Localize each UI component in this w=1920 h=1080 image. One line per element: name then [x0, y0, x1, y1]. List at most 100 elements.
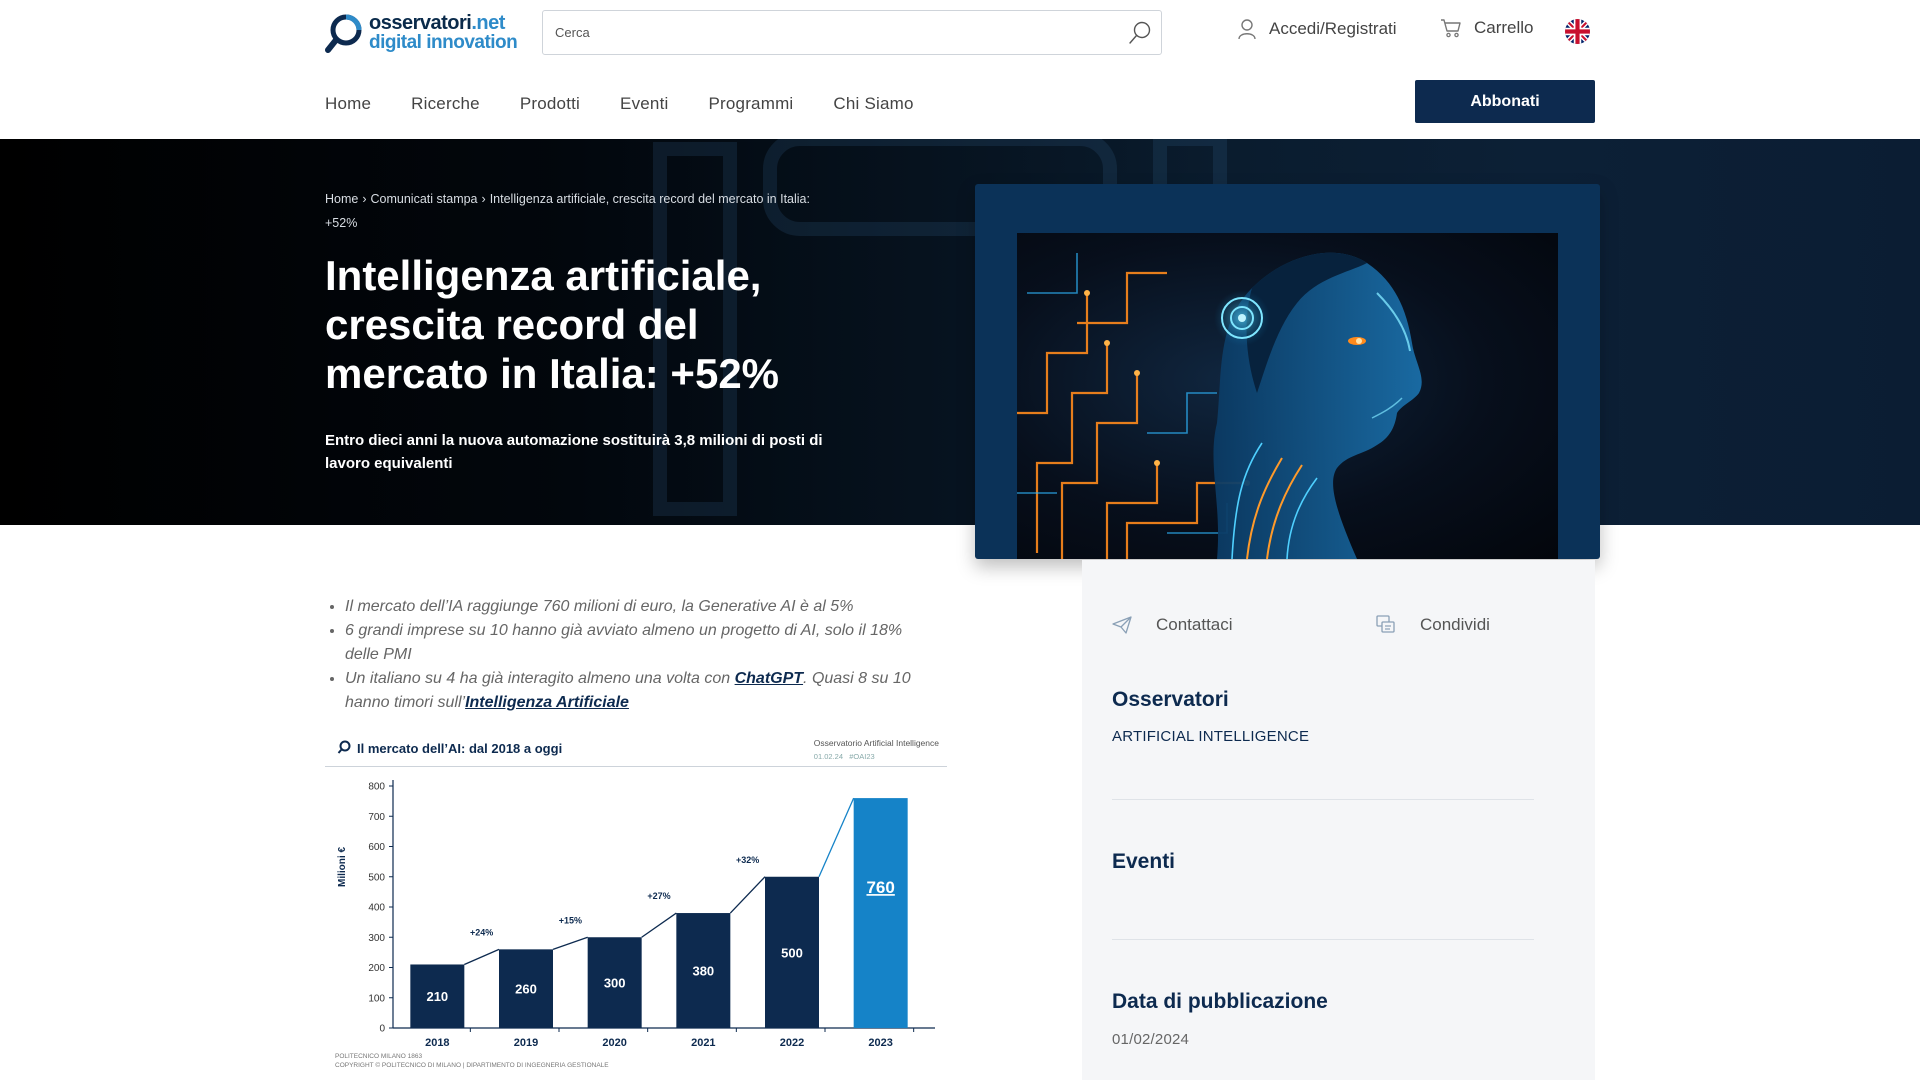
chart-brand: Osservatorio Artificial Intelligence 01.…	[814, 736, 939, 764]
bar-chart: Milioni € 0 100 200 300 400 500 600 700 800 210 201…	[337, 780, 935, 1049]
key-point-text: Il mercato dell’IA raggiunge 760 milioni…	[345, 598, 854, 615]
key-point-text: Un italiano su 4 ha già interagito almen…	[345, 670, 735, 687]
cart-link[interactable]: Carrello	[1440, 18, 1534, 38]
nav-item-prodotti[interactable]: Prodotti	[520, 94, 580, 114]
growth-connector	[641, 912, 677, 938]
x-tick-label: 2023	[868, 1037, 892, 1049]
chart-title: Il mercato dell’AI: dal 2018 a oggi	[357, 741, 563, 756]
chart-footer-institution: POLITECNICO MILANO 1863	[335, 1053, 423, 1060]
list-item: Il mercato dell’IA raggiunge 760 milioni…	[345, 595, 935, 619]
nav-item-ricerche[interactable]: Ricerche	[411, 94, 480, 114]
search-box	[542, 10, 1162, 55]
observatories-heading: Osservatori	[1112, 688, 1229, 711]
contact-button[interactable]: Contattaci	[1112, 615, 1233, 635]
hero-image-card	[975, 184, 1600, 559]
cart-icon	[1441, 19, 1461, 38]
bar-value-label: 500	[781, 945, 803, 960]
breadcrumb-press-releases[interactable]: Comunicati stampa	[371, 192, 478, 206]
growth-label: +27%	[647, 891, 670, 901]
chart-divider	[325, 766, 947, 767]
nav-item-eventi[interactable]: Eventi	[620, 94, 668, 114]
y-tick-label: 400	[368, 903, 385, 914]
growth-label: +32%	[736, 855, 759, 865]
logo-text-suffix: .net	[471, 12, 505, 34]
uk-flag-icon[interactable]	[1565, 19, 1590, 44]
sidebar: Contattaci Condividi Osservatori ARTIFIC…	[1082, 560, 1595, 1080]
growth-connector	[818, 797, 855, 878]
growth-connector	[552, 936, 588, 950]
y-tick-label: 300	[368, 933, 385, 944]
ai-robot-image	[1017, 233, 1558, 559]
share-icon	[1376, 615, 1395, 633]
nav-item-home[interactable]: Home	[325, 94, 371, 114]
growth-label: +15%	[559, 915, 582, 925]
contact-label: Contattaci	[1156, 615, 1233, 634]
page: osservatori.net digital innovation Acced…	[0, 0, 1920, 1080]
breadcrumb-separator: ›	[481, 192, 486, 206]
login-link[interactable]: Accedi/Registrati	[1237, 18, 1397, 40]
logo-tagline: digital innovation	[369, 32, 518, 53]
x-tick-label: 2020	[602, 1037, 626, 1049]
publication-date-heading: Data di pubblicazione	[1112, 990, 1328, 1013]
divider	[1112, 939, 1534, 940]
magnifier-icon	[337, 740, 351, 754]
bar	[853, 798, 908, 1028]
growth-label: +24%	[470, 927, 493, 937]
bar-value-label: 760	[866, 878, 894, 897]
search-icon[interactable]	[1125, 19, 1153, 47]
bar-value-label: 380	[692, 964, 714, 979]
breadcrumb: Home › Comunicati stampa › Intelligenza arti…	[325, 187, 845, 235]
y-axis-label: Milioni €	[337, 847, 348, 887]
site-header: osservatori.net digital innovation Acced…	[0, 0, 1920, 139]
search-input[interactable]	[555, 25, 1115, 40]
logo[interactable]: osservatori.net digital innovation	[325, 12, 518, 54]
growth-connector	[729, 876, 766, 914]
y-tick-label: 700	[368, 812, 385, 823]
key-point-text: 6 grandi imprese su 10 hanno già avviato…	[345, 622, 903, 663]
page-title: Intelligenza artificiale, crescita recor…	[325, 252, 780, 397]
observatory-tag[interactable]: ARTIFICIAL INTELLIGENCE	[1112, 728, 1309, 745]
divider	[1112, 799, 1534, 800]
nav-item-programmi[interactable]: Programmi	[708, 94, 793, 114]
x-tick-label: 2018	[425, 1037, 449, 1049]
x-tick-label: 2021	[691, 1037, 715, 1049]
user-icon	[1238, 19, 1256, 40]
chatgpt-link[interactable]: ChatGPT	[735, 670, 803, 687]
growth-connector	[464, 948, 500, 966]
page-subtitle: Entro dieci anni la nuova automazione so…	[325, 432, 823, 472]
paper-plane-icon	[1112, 616, 1132, 634]
chart-brand-date: 01.02.24	[813, 752, 843, 761]
publication-date: 01/02/2024	[1112, 1031, 1190, 1048]
chart-footer: POLITECNICO MILANO 1863 COPYRIGHT © POLI…	[335, 1052, 609, 1070]
market-chart: Il mercato dell’AI: dal 2018 a oggi Osse…	[325, 732, 947, 1080]
bar-value-label: 260	[515, 982, 537, 997]
breadcrumb-home[interactable]: Home	[325, 192, 358, 206]
y-tick-label: 200	[368, 963, 385, 974]
magnifier-logo-icon	[325, 13, 363, 53]
logo-text-primary: osservatori	[369, 12, 472, 34]
bar-value-label: 300	[604, 976, 626, 991]
chart-footer-copyright: COPYRIGHT © POLITECNICO DI MILANO | DIPA…	[335, 1062, 609, 1069]
y-tick-label: 100	[368, 993, 385, 1004]
artificial-intelligence-link[interactable]: Intelligenza Artificiale	[465, 694, 629, 711]
y-tick-label: 0	[379, 1024, 385, 1035]
y-tick-label: 600	[368, 842, 385, 853]
breadcrumb-separator: ›	[362, 192, 367, 206]
events-heading: Eventi	[1112, 850, 1176, 873]
list-item: Un italiano su 4 ha già interagito almen…	[345, 667, 935, 715]
chart-brand-name: Osservatorio Artificial Intelligence	[813, 738, 939, 748]
subscribe-button[interactable]: Abbonati	[1415, 80, 1595, 123]
key-points-list: Il mercato dell’IA raggiunge 760 milioni…	[345, 595, 935, 715]
share-label: Condividi	[1420, 615, 1490, 634]
main-nav: Home Ricerche Prodotti Eventi Programmi …	[325, 94, 954, 114]
x-tick-label: 2022	[780, 1037, 804, 1049]
bar-value-label: 210	[426, 989, 448, 1004]
login-label: Accedi/Registrati	[1269, 19, 1397, 38]
y-tick-label: 500	[368, 872, 385, 883]
list-item: 6 grandi imprese su 10 hanno già avviato…	[345, 619, 935, 667]
share-button[interactable]: Condividi	[1376, 615, 1490, 635]
cart-label: Carrello	[1474, 18, 1534, 37]
x-tick-label: 2019	[514, 1037, 538, 1049]
nav-item-chi-siamo[interactable]: Chi Siamo	[833, 94, 913, 114]
chart-brand-tag: #OAI23	[849, 752, 875, 761]
